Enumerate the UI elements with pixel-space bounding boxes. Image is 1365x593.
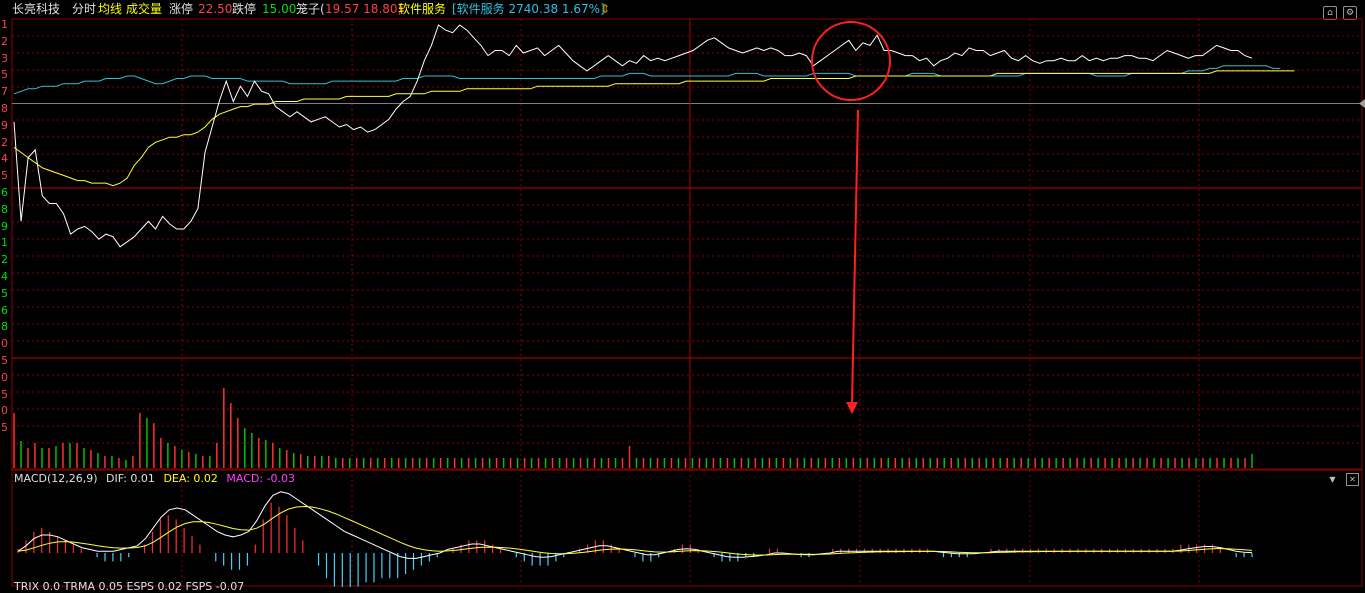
macd-name[interactable]: MACD(12,26,9) <box>14 472 98 485</box>
macd-controls: ▼ ✕ <box>1319 473 1359 486</box>
annotation-arrowhead <box>846 402 858 414</box>
dea-line <box>17 505 1253 556</box>
macd-dif: DIF: 0.01 <box>106 472 155 485</box>
macd-legend: MACD(12,26,9) DIF: 0.01 DEA: 0.02 MACD: … <box>14 472 300 485</box>
dif-line <box>17 491 1253 559</box>
close-icon[interactable]: ✕ <box>1346 473 1359 486</box>
macd-dea: DEA: 0.02 <box>163 472 218 485</box>
macd-panel-frame <box>11 469 1363 587</box>
intraday-chart[interactable] <box>0 0 1365 587</box>
macd-value: MACD: -0.03 <box>226 472 296 485</box>
price-line <box>13 24 1253 248</box>
average-price-line <box>13 70 1295 187</box>
dropdown-icon[interactable]: ▼ <box>1327 474 1338 485</box>
annotation-circle <box>811 21 891 101</box>
